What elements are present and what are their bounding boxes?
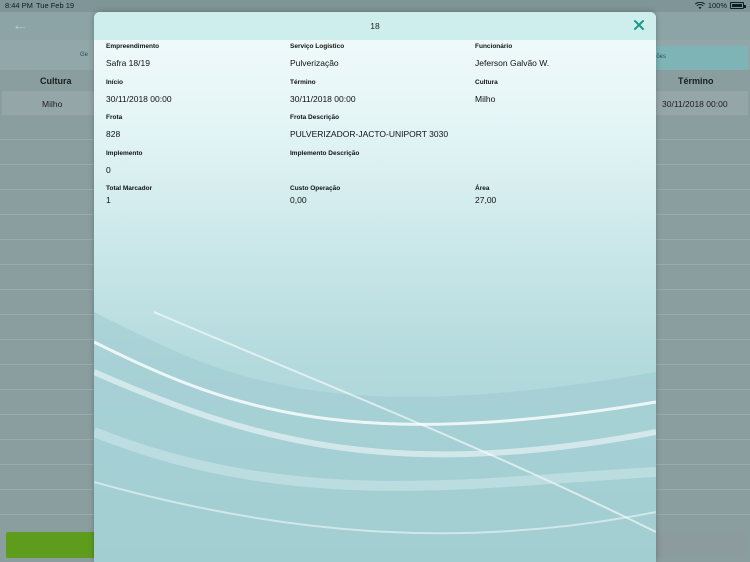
label-cultura: Cultura — [475, 79, 498, 86]
value-area: 27,00 — [475, 195, 497, 205]
arrow-left-icon[interactable]: ← — [12, 18, 28, 34]
label-total-marcador: Total Marcador — [106, 185, 153, 192]
label-frota-descricao: Frota Descrição — [290, 114, 340, 121]
field-frota-descricao: Frota Descrição PULVERIZADOR-JACTO-UNIPO… — [290, 113, 490, 140]
status-right: 100% — [694, 1, 746, 10]
row-termino: 30/11/2018 00:00 — [662, 99, 728, 109]
label-frota: Frota — [106, 114, 123, 121]
value-total-marcador: 1 — [106, 195, 111, 205]
field-custo-operacao: Custo Operação 0,00 — [290, 184, 460, 206]
field-cultura: Cultura Milho — [475, 78, 645, 105]
field-total-marcador: Total Marcador 1 — [106, 184, 276, 206]
field-empreendimento: Empreendimento Safra 18/19 — [106, 42, 276, 69]
field-inicio: Início 30/11/2018 00:00 — [106, 78, 276, 105]
value-custo-operacao: 0,00 — [290, 195, 307, 205]
field-area: Área 27,00 — [475, 184, 645, 206]
label-area: Área — [475, 185, 490, 192]
label-funcionario: Funcionário — [475, 43, 513, 50]
value-frota-descricao: PULVERIZADOR-JACTO-UNIPORT 3030 — [290, 129, 449, 139]
detail-modal: 18 Empreendimento Safra 18/19 Serviço Lo… — [94, 12, 656, 562]
tab-right[interactable]: ações — [640, 46, 748, 70]
column-header-cultura: Cultura — [40, 76, 72, 86]
column-header-termino: Término — [678, 76, 714, 86]
label-implemento-descricao: Implemento Descrição — [290, 150, 360, 157]
label-custo-operacao: Custo Operação — [290, 185, 341, 192]
label-empreendimento: Empreendimento — [106, 43, 160, 50]
value-servico-logistico: Pulverização — [290, 58, 339, 68]
field-frota: Frota 828 — [106, 113, 276, 140]
value-empreendimento: Safra 18/19 — [106, 58, 150, 68]
value-frota: 828 — [106, 129, 121, 139]
value-cultura: Milho — [475, 94, 496, 104]
battery-icon — [730, 2, 746, 9]
label-implemento: Implemento — [106, 150, 143, 157]
field-implemento: Implemento 0 — [106, 149, 276, 176]
tab-left-label[interactable]: Ge — [80, 52, 88, 58]
gray-action-button[interactable] — [656, 532, 746, 558]
row-cultura: Milho — [42, 99, 63, 109]
value-funcionario: Jeferson Galvão W. — [475, 58, 550, 68]
value-termino: 30/11/2018 00:00 — [290, 94, 356, 104]
modal-header: 18 — [94, 12, 656, 40]
wifi-icon — [694, 2, 705, 9]
field-termino: Término 30/11/2018 00:00 — [290, 78, 460, 105]
value-inicio: 30/11/2018 00:00 — [106, 94, 172, 104]
status-date: Tue Feb 19 — [36, 1, 75, 10]
field-servico-logistico: Serviço Logístico Pulverização — [290, 42, 460, 69]
label-servico-logistico: Serviço Logístico — [290, 43, 345, 50]
value-implemento: 0 — [106, 165, 111, 175]
label-inicio: Início — [106, 79, 123, 86]
modal-title: 18 — [370, 21, 380, 31]
status-time: 8:44 PM — [5, 1, 33, 10]
status-bar: 8:44 PM Tue Feb 19 100% — [0, 0, 750, 12]
green-action-button[interactable] — [6, 532, 96, 558]
battery-percent: 100% — [707, 1, 727, 10]
close-icon[interactable] — [632, 18, 646, 32]
field-funcionario: Funcionário Jeferson Galvão W. — [475, 42, 645, 69]
field-implemento-descricao: Implemento Descrição — [290, 149, 460, 164]
label-termino: Término — [290, 79, 316, 86]
